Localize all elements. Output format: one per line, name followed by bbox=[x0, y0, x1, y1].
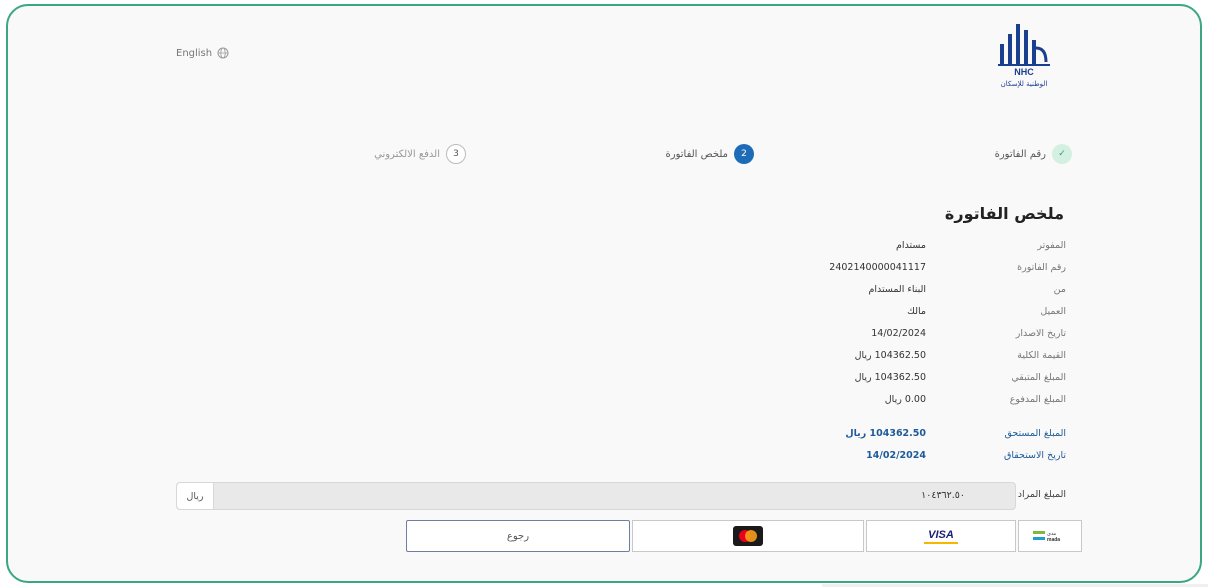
summary-row-total: القيمة الكلية 104362.50 ريال bbox=[846, 350, 1066, 370]
summary-row-due-date: تاريخ الاستحقاق 14/02/2024 bbox=[846, 450, 1066, 470]
step-online-payment: 3 الدفع الالكتروني bbox=[374, 144, 466, 164]
currency-addon: ريال bbox=[177, 483, 214, 509]
row-value: مستدام bbox=[896, 240, 926, 251]
summary-row-remaining: المبلغ المتبقي 104362.50 ريال bbox=[846, 372, 1066, 392]
row-value: مالك bbox=[907, 306, 926, 317]
row-value: 0.00 ريال bbox=[884, 394, 926, 405]
language-label: English bbox=[176, 47, 213, 59]
step-label: ملخص الفاتورة bbox=[665, 148, 729, 160]
row-value: 104362.50 ريال bbox=[845, 428, 926, 439]
mastercard-button[interactable] bbox=[632, 520, 864, 552]
amount-value: ١٠٤٣٦٢.٥٠ bbox=[921, 490, 965, 501]
amount-to-pay-input[interactable]: ريال ١٠٤٣٦٢.٥٠ bbox=[176, 482, 1016, 510]
row-label: المفوتر bbox=[1037, 240, 1066, 251]
page-frame: English NHC الوطنية للإسكان ✓ رقم الفاتو… bbox=[6, 4, 1202, 583]
back-button[interactable]: رجوع bbox=[406, 520, 630, 552]
visa-logo: VISA bbox=[924, 529, 958, 544]
check-icon: ✓ bbox=[1052, 144, 1072, 164]
row-label: تاريخ الاصدار bbox=[1015, 328, 1066, 339]
summary-row-invoice-number: رقم الفاتورة 2402140000041117 bbox=[829, 262, 1066, 282]
logo-latin-text: NHC bbox=[1014, 67, 1034, 77]
row-value: 14/02/2024 bbox=[871, 328, 926, 339]
step-invoice-summary: 2 ملخص الفاتورة bbox=[665, 144, 754, 164]
mada-latin-text: mada bbox=[1047, 537, 1060, 543]
row-label: المبلغ المدفوع bbox=[1009, 394, 1066, 405]
stepper: ✓ رقم الفاتورة 2 ملخص الفاتورة 3 الدفع ا… bbox=[8, 144, 1200, 172]
row-label: من bbox=[1053, 284, 1066, 295]
summary-row-customer: العميل مالك bbox=[846, 306, 1066, 326]
step-number: 2 bbox=[734, 144, 754, 164]
mada-button[interactable]: مدى mada bbox=[1018, 520, 1082, 552]
mada-icon: مدى mada bbox=[1033, 531, 1060, 543]
step-label: الدفع الالكتروني bbox=[374, 148, 440, 160]
summary-row-issue-date: تاريخ الاصدار 14/02/2024 bbox=[846, 328, 1066, 348]
row-label: القيمة الكلية bbox=[1017, 350, 1066, 361]
nhc-logo: NHC الوطنية للإسكان bbox=[998, 24, 1050, 88]
row-value: 104362.50 ريال bbox=[854, 350, 926, 361]
step-number: 3 bbox=[446, 144, 466, 164]
step-invoice-number: ✓ رقم الفاتورة bbox=[995, 144, 1072, 164]
row-value: 14/02/2024 bbox=[866, 450, 926, 461]
visa-button[interactable]: VISA bbox=[866, 520, 1016, 552]
page-title: ملخص الفاتورة bbox=[944, 204, 1064, 223]
row-value: 2402140000041117 bbox=[829, 262, 926, 273]
row-label: العميل bbox=[1040, 306, 1066, 317]
summary-row-due-amount: المبلغ المستحق 104362.50 ريال bbox=[845, 428, 1066, 448]
summary-row-from: من البناء المستدام bbox=[846, 284, 1066, 304]
row-label: تاريخ الاستحقاق bbox=[1003, 450, 1066, 461]
language-toggle[interactable]: English bbox=[176, 47, 229, 59]
summary-row-paid: المبلغ المدفوع 0.00 ريال bbox=[846, 394, 1066, 414]
row-label: المبلغ المتبقي bbox=[1011, 372, 1066, 383]
globe-icon bbox=[217, 47, 229, 59]
step-label: رقم الفاتورة bbox=[994, 148, 1046, 160]
row-label: المبلغ المستحق bbox=[1004, 428, 1066, 439]
row-label: رقم الفاتورة bbox=[1017, 262, 1066, 273]
logo-arabic-text: الوطنية للإسكان bbox=[1001, 80, 1048, 88]
summary-row-biller: المفوتر مستدام bbox=[846, 240, 1066, 260]
row-value: البناء المستدام bbox=[868, 284, 926, 295]
row-value: 104362.50 ريال bbox=[854, 372, 926, 383]
mastercard-icon bbox=[733, 526, 763, 546]
